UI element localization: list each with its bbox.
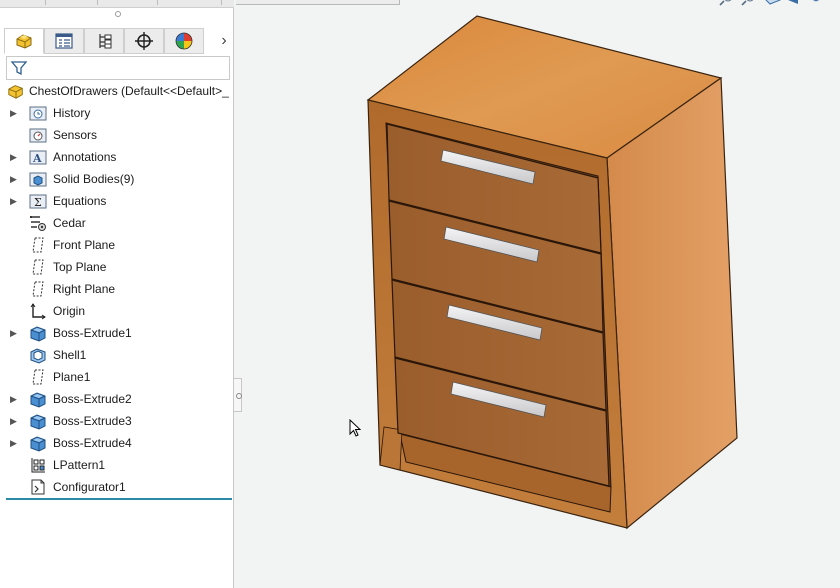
feature-manager-panel: › ChestOfDrawers (Default<<Default>_ ▶ H…	[0, 0, 234, 588]
tree-item-material[interactable]: Cedar	[0, 212, 234, 234]
plane-icon	[32, 259, 44, 275]
configuration-icon	[99, 34, 112, 49]
expand-arrow-icon[interactable]: ▶	[10, 327, 18, 339]
filter-icon	[10, 61, 28, 76]
tree-item-boss-extrude4[interactable]: ▶ Boss-Extrude4	[0, 432, 234, 454]
extrude-icon	[30, 414, 46, 430]
tree-item-label: Boss-Extrude4	[53, 436, 132, 450]
tree-item-label: Boss-Extrude1	[53, 326, 132, 340]
extrude-icon	[30, 326, 46, 342]
equations-folder-icon: Σ	[29, 194, 47, 209]
expand-arrow-icon[interactable]: ▶	[10, 415, 18, 427]
tree-item-label: Boss-Extrude3	[53, 414, 132, 428]
rollback-bar[interactable]	[6, 498, 232, 500]
tree-item-label: Plane1	[53, 370, 91, 384]
tree-item-top-plane[interactable]: Top Plane	[0, 256, 234, 278]
tree-item-label: LPattern1	[53, 458, 106, 472]
panel-top-strip	[0, 0, 234, 8]
crosshair-icon	[135, 32, 153, 50]
expand-arrow-icon[interactable]: ▶	[10, 195, 18, 207]
shell-icon	[30, 348, 46, 364]
tree-item-label: History	[53, 106, 91, 120]
tree-item-plane1[interactable]: Plane1	[0, 366, 234, 388]
tree-item-solid-bodies[interactable]: ▶ Solid Bodies(9)	[0, 168, 234, 190]
part-icon	[8, 85, 23, 99]
tree-item-label: Top Plane	[53, 260, 107, 274]
plane-icon	[32, 369, 44, 385]
svg-text:A: A	[32, 152, 42, 165]
tree-item-origin[interactable]: Origin	[0, 300, 234, 322]
expand-arrow-icon[interactable]: ▶	[10, 107, 18, 119]
property-icon	[55, 33, 73, 49]
tree-item-label: Front Plane	[53, 238, 116, 252]
cabinet-right-side[interactable]	[606, 76, 738, 530]
tree-root-label: ChestOfDrawers (Default<<Default>_	[29, 84, 229, 98]
tree-item-label: Shell1	[53, 348, 87, 362]
tree-item-label: Boss-Extrude2	[53, 392, 132, 406]
tree-item-history[interactable]: ▶ History	[0, 102, 234, 124]
tree-item-front-plane[interactable]: Front Plane	[0, 234, 234, 256]
tree-item-label: Annotations	[53, 150, 117, 164]
sensor-folder-icon	[29, 128, 47, 143]
plane-icon	[32, 237, 44, 253]
tree-item-label: Origin	[53, 304, 86, 318]
svg-text:Σ: Σ	[34, 196, 42, 209]
tabs-scroll-right-button[interactable]: ›	[214, 30, 234, 52]
tree-item-equations[interactable]: ▶ Σ Equations	[0, 190, 234, 212]
appearance-pie-icon	[175, 32, 193, 50]
expand-arrow-icon[interactable]: ▶	[10, 437, 18, 449]
part-icon	[16, 34, 32, 49]
tab-display-manager[interactable]	[164, 28, 204, 54]
tree-item-lpattern1[interactable]: LPattern1	[0, 454, 234, 476]
extrude-icon	[30, 436, 46, 452]
solid-bodies-folder-icon	[29, 172, 47, 187]
expand-arrow-icon[interactable]: ▶	[10, 393, 18, 405]
tab-dimxpert-manager[interactable]	[124, 28, 164, 54]
mouse-pointer-icon	[349, 419, 362, 437]
tree-root-part[interactable]: ChestOfDrawers (Default<<Default>_	[0, 80, 234, 102]
tree-item-label: Cedar	[53, 216, 86, 230]
tree-item-boss-extrude1[interactable]: ▶ Boss-Extrude1	[0, 322, 234, 344]
material-icon	[30, 216, 46, 231]
tree-item-sensors[interactable]: Sensors	[0, 124, 234, 146]
tree-item-boss-extrude3[interactable]: ▶ Boss-Extrude3	[0, 410, 234, 432]
manager-tabs: ›	[4, 28, 234, 54]
panel-grip-handle[interactable]	[115, 11, 121, 17]
graphics-viewport[interactable]	[240, 0, 840, 588]
tree-item-label: Sensors	[53, 128, 98, 142]
tab-feature-manager[interactable]	[4, 28, 44, 54]
tree-item-label: Solid Bodies(9)	[53, 172, 135, 186]
extrude-icon	[30, 392, 46, 408]
expand-arrow-icon[interactable]: ▶	[10, 151, 18, 163]
tree-filter-input[interactable]	[6, 56, 230, 80]
linear-pattern-icon	[31, 458, 45, 473]
tree-item-label: Configurator1	[53, 480, 126, 494]
tree-item-label: Right Plane	[53, 282, 116, 296]
plane-icon	[32, 281, 44, 297]
tree-item-label: Equations	[53, 194, 107, 208]
tree-item-shell1[interactable]: Shell1	[0, 344, 234, 366]
origin-icon	[30, 303, 46, 320]
tree-item-configurator1[interactable]: Configurator1	[0, 476, 234, 498]
tree-item-boss-extrude2[interactable]: ▶ Boss-Extrude2	[0, 388, 234, 410]
annotations-folder-icon: A	[29, 150, 47, 165]
tab-configuration-manager[interactable]	[84, 28, 124, 54]
history-folder-icon	[29, 106, 47, 121]
configurator-icon	[31, 479, 45, 495]
tree-item-right-plane[interactable]: Right Plane	[0, 278, 234, 300]
expand-arrow-icon[interactable]: ▶	[10, 173, 18, 185]
tree-item-annotations[interactable]: ▶ A Annotations	[0, 146, 234, 168]
tab-property-manager[interactable]	[44, 28, 84, 54]
